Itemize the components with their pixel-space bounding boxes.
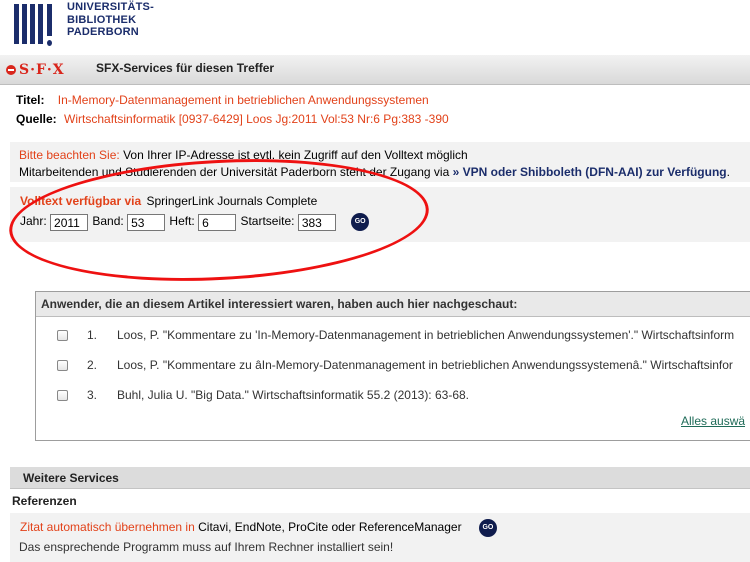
notice-prefix: Bitte beachten Sie: (19, 148, 120, 162)
item-citation[interactable]: Buhl, Julia U. "Big Data." Wirtschaftsin… (117, 388, 469, 402)
item-citation[interactable]: Loos, P. "Kommentare zu âIn-Memory-Daten… (117, 358, 733, 372)
recommendation-checkbox[interactable] (57, 390, 68, 401)
recommendation-checkbox[interactable] (57, 360, 68, 371)
notice-period: . (726, 165, 730, 179)
source-value: Wirtschaftsinformatik [0937-6429] Loos J… (64, 112, 449, 126)
source-label: Quelle: (16, 112, 57, 126)
cite-go-button[interactable]: GO (478, 519, 497, 537)
title-label: Titel: (16, 93, 45, 107)
item-number: 3. (87, 388, 98, 402)
recommendations-heading: Anwender, die an diesem Artikel interess… (36, 292, 750, 317)
vpn-shibboleth-link[interactable]: » VPN oder Shibboleth (DFN-AAI) zur Verf… (453, 165, 727, 179)
record-title: Titel: In-Memory-Datenmanagement in betr… (16, 93, 429, 107)
cite-note: Das ensprechende Programm muss auf Ihrem… (19, 540, 394, 554)
recommendation-checkbox[interactable] (57, 330, 68, 341)
sfx-title-bar: S·F·X SFX-Services für diesen Treffer (0, 55, 750, 85)
citation-export-line: Zitat automatisch übernehmen in Citavi, … (20, 519, 497, 537)
logo-line: BIBLIOTHEK (67, 13, 137, 26)
record-source: Quelle: Wirtschaftsinformatik [0937-6429… (16, 112, 449, 126)
page-title: SFX-Services für diesen Treffer (96, 61, 275, 75)
select-all-link[interactable]: Alles auswä (681, 414, 745, 428)
sfx-logo-text: S·F·X (19, 62, 65, 78)
title-value: In-Memory-Datenmanagement in betrieblich… (57, 93, 429, 107)
sfx-logo-icon (6, 65, 16, 75)
recommendations-panel: Anwender, die an diesem Artikel interess… (35, 291, 750, 441)
item-number: 1. (87, 328, 98, 342)
library-logo-text: UNIVERSITÄTS- BIBLIOTHEK PADERBORN (67, 1, 154, 39)
cite-prefix: Zitat automatisch übernehmen in (20, 520, 195, 535)
more-services-heading: Weitere Services (10, 467, 750, 489)
sfx-logo: S·F·X (6, 62, 65, 78)
item-citation[interactable]: Loos, P. "Kommentare zu 'In-Memory-Daten… (117, 328, 734, 342)
cite-targets: Citavi, EndNote, ProCite oder ReferenceM… (198, 520, 462, 535)
library-logo-icon (14, 4, 58, 48)
logo-line: UNIVERSITÄTS- (67, 1, 154, 13)
logo-line: PADERBORN (67, 26, 139, 38)
references-heading: Referenzen (12, 494, 77, 508)
item-number: 2. (87, 358, 98, 372)
